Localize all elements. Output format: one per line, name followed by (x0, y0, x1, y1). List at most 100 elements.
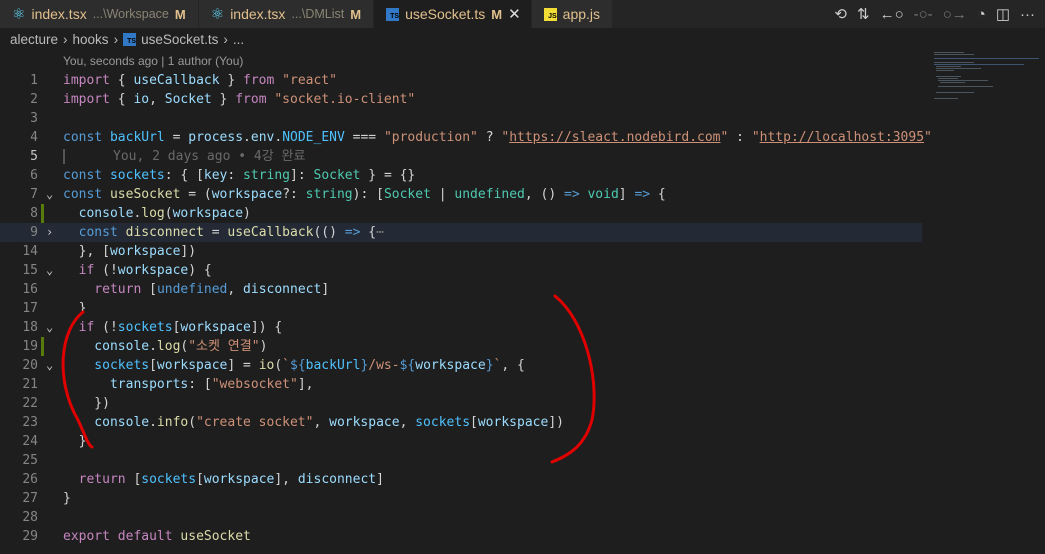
code-line[interactable]: 4 const backUrl = process.env.NODE_ENV ==… (0, 128, 932, 147)
timeline-icon[interactable]: ⟲ (834, 5, 847, 23)
revert-change-icon[interactable]: -○- (914, 6, 933, 23)
code-line[interactable]: 21 transports: ["websocket"], (0, 375, 922, 394)
fold-collapse-icon[interactable]: ⌄ (46, 356, 53, 375)
code-token: : { [ (164, 168, 204, 183)
code-token: export (63, 529, 110, 544)
code-token: | (430, 187, 455, 202)
code-line[interactable]: 15 ⌄ if (!workspace) { (0, 261, 922, 280)
code-token: , (227, 282, 244, 297)
code-line[interactable]: 1 import { useCallback } from "react" (0, 71, 922, 90)
code-text: const useSocket = (workspace?: string): … (63, 185, 666, 204)
code-token: === (344, 130, 384, 145)
code-token: from (235, 92, 267, 107)
code-text: sockets[workspace] = io(`${backUrl}/ws-$… (63, 356, 525, 375)
code-token: . (243, 130, 251, 145)
code-line[interactable]: 28 (0, 508, 922, 527)
code-token: workspace (156, 358, 228, 373)
code-line[interactable]: 3 (0, 109, 922, 128)
code-token: ]: (290, 168, 314, 183)
code-token: workspace (117, 263, 189, 278)
code-token: ( (274, 358, 283, 373)
js-file-icon: JS (543, 7, 557, 21)
git-lens-icon[interactable]: ◔ (977, 6, 986, 23)
code-line[interactable]: 19 console.log("소켓 연결") (0, 337, 922, 356)
more-actions-icon[interactable]: ··· (1020, 6, 1035, 23)
code-line[interactable]: 9 › const disconnect = useCallback(() => … (0, 223, 922, 242)
modified-gutter-marker[interactable] (41, 337, 44, 356)
code-text: const disconnect = useCallback(() => {⋯ (63, 223, 384, 242)
code-line[interactable]: 23 console.info("create socket", workspa… (0, 413, 922, 432)
code-line[interactable]: 27} (0, 489, 922, 508)
code-line[interactable]: 17 } (0, 299, 922, 318)
line-number: 18 (22, 320, 38, 335)
code-token: const (63, 130, 103, 145)
code-line[interactable]: 8 console.log(workspace) (0, 204, 922, 223)
code-token: ) (259, 339, 268, 354)
fold-collapse-icon[interactable]: ⌄ (46, 261, 53, 280)
code-token: return (63, 282, 142, 297)
line-number: 19 (22, 339, 38, 354)
code-token: : [ (188, 377, 212, 392)
code-line[interactable]: 25 (0, 451, 922, 470)
line-number: 9 (30, 225, 38, 240)
tab-useSocket-ts[interactable]: TS useSocket.ts M ✕ (374, 0, 532, 28)
tab-index-tsx[interactable]: ⚛ index.tsx ...\Workspace M (0, 0, 199, 28)
code-token: io (133, 92, 150, 107)
code-token: undefined (454, 187, 525, 202)
code-token: NODE_ENV (282, 130, 345, 145)
next-change-icon[interactable]: ○→ (943, 6, 967, 23)
code-token: undefined (156, 282, 228, 297)
fold-collapse-icon[interactable]: ⌄ (46, 318, 53, 337)
code-editor[interactable]: 1 import { useCallback } from "react" 2 imp… (0, 71, 932, 546)
code-line[interactable]: 7 ⌄ const useSocket = (workspace?: string)… (0, 185, 922, 204)
code-token: ( (164, 206, 173, 221)
code-line[interactable]: 5 You, 2 days ago • 4강 완료 (0, 147, 922, 166)
ts-file-icon: TS (123, 32, 137, 46)
modified-gutter-marker[interactable] (41, 204, 44, 223)
code-line[interactable]: 14 }, [workspace]) (0, 242, 922, 261)
fold-collapse-icon[interactable]: ⌄ (46, 185, 53, 204)
code-line[interactable]: 16 return [undefined, disconnect] (0, 280, 922, 299)
code-token: => (634, 187, 651, 202)
split-editor-icon[interactable]: ◫ (996, 5, 1010, 23)
breadcrumb-item[interactable]: alecture (10, 32, 58, 47)
code-token: { (360, 225, 377, 240)
code-line[interactable]: 6 const sockets: { [key: string]: Socket … (0, 166, 922, 185)
tab-index-tsx[interactable]: ⚛ index.tsx ...\DMList M (198, 0, 375, 28)
code-text: } (63, 489, 71, 508)
code-line[interactable]: 2 import { io, Socket } from "socket.io-c… (0, 90, 922, 109)
close-icon[interactable]: ✕ (508, 5, 521, 23)
code-text: if (!sockets[workspace]) { (63, 318, 283, 337)
line-number: 20 (22, 358, 38, 373)
previous-change-icon[interactable]: ←○ (880, 6, 904, 23)
code-line[interactable]: 24 } (0, 432, 922, 451)
code-token: ( (188, 415, 197, 430)
code-line[interactable]: 20 ⌄ sockets[workspace] = io(`${backUrl}/… (0, 356, 922, 375)
code-token: backUrl (109, 130, 165, 145)
code-line[interactable]: 26 return [sockets[workspace], disconnec… (0, 470, 922, 489)
code-token: ): [ (352, 187, 384, 202)
code-token: workspace (211, 187, 283, 202)
code-line[interactable]: 18 ⌄ if (!sockets[workspace]) { (0, 318, 922, 337)
fold-expand-icon[interactable]: › (46, 223, 53, 242)
code-token: ]) { (250, 320, 283, 335)
breadcrumb-item[interactable]: useSocket.ts (141, 32, 218, 47)
line-number: 25 (22, 453, 38, 468)
minimap[interactable] (930, 50, 1040, 110)
code-token: if (63, 320, 95, 335)
code-token: backUrl (305, 358, 361, 373)
breadcrumb-item[interactable]: ... (233, 32, 244, 47)
breadcrumb-item[interactable]: hooks (73, 32, 109, 47)
codelens-blame[interactable]: You, seconds ago | 1 author (You) (63, 54, 243, 68)
code-text: return [sockets[workspace], disconnect] (63, 470, 384, 489)
code-line[interactable]: 29 export default useSocket (0, 527, 922, 546)
tab-app-js[interactable]: JS app.js (531, 0, 614, 28)
code-token: ) (243, 206, 251, 221)
code-token: ${ (290, 358, 306, 373)
code-line[interactable]: 22 }) (0, 394, 922, 413)
compare-changes-icon[interactable]: ⇅ (857, 5, 870, 23)
ts-file-icon: TS (386, 7, 400, 21)
